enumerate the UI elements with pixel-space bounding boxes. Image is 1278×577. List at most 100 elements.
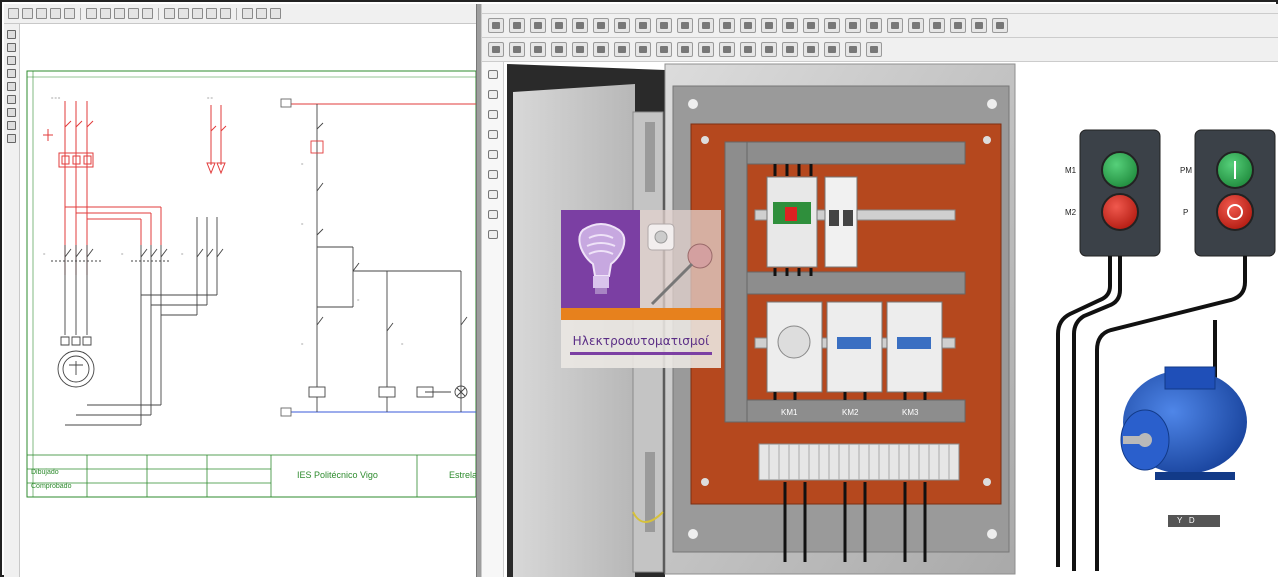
toolbar-button[interactable] [178,8,189,19]
toolbar-separator [158,7,159,20]
circle-icon[interactable] [487,130,498,139]
toolbar-button[interactable] [50,8,61,19]
component-button[interactable] [824,42,840,57]
fill-icon[interactable] [487,190,498,199]
ellipse-icon[interactable] [7,95,16,104]
component-button[interactable] [509,18,525,33]
line-icon[interactable] [487,90,498,99]
toolbar-button[interactable] [164,8,175,19]
drawing-tools-palette [4,24,20,577]
component-button[interactable] [929,18,945,33]
toolbar-button[interactable] [64,8,75,19]
component-button[interactable] [488,42,504,57]
component-button[interactable] [572,42,588,57]
ellipse-icon[interactable] [487,170,498,179]
component-button[interactable] [761,42,777,57]
contactor-label: KM1 [781,408,798,417]
toolbar-button[interactable] [8,8,19,19]
component-button[interactable] [698,18,714,33]
component-button[interactable] [572,18,588,33]
component-button[interactable] [824,18,840,33]
component-button[interactable] [551,18,567,33]
polygon-icon[interactable] [7,82,16,91]
toolbar-button[interactable] [206,8,217,19]
component-button[interactable] [866,18,882,33]
component-button[interactable] [992,18,1008,33]
toolbar-button[interactable] [36,8,47,19]
pen-icon[interactable] [487,210,498,219]
toolbar-button[interactable] [270,8,281,19]
component-toolbar-top [482,14,1278,38]
toolbar-button[interactable] [100,8,111,19]
svg-text:=: = [357,297,360,302]
fill-icon[interactable] [7,108,16,117]
toolbar-button[interactable] [220,8,231,19]
component-button[interactable] [551,42,567,57]
component-button[interactable] [761,18,777,33]
toolbar-button[interactable] [242,8,253,19]
stop-button-label: P [1183,208,1189,217]
schematic-canvas[interactable]: = = = = = = = = = = = = = Dibujado Compr… [21,25,477,577]
component-button[interactable] [656,42,672,57]
circuit-breaker [824,176,858,268]
component-button[interactable] [971,18,987,33]
component-button[interactable] [635,18,651,33]
component-button[interactable] [950,18,966,33]
component-button[interactable] [530,42,546,57]
simulator-tools-palette [482,62,504,577]
component-button[interactable] [782,18,798,33]
schematic-toolbar [4,4,476,24]
pointer-icon[interactable] [7,30,16,39]
component-button[interactable] [530,18,546,33]
component-button[interactable] [782,42,798,57]
toolbar-button[interactable] [86,8,97,19]
toolbar-button[interactable] [128,8,139,19]
component-button[interactable] [908,18,924,33]
polygon-icon[interactable] [487,150,498,159]
simulator-menubar [482,4,1278,14]
component-button[interactable] [803,42,819,57]
component-button[interactable] [698,42,714,57]
component-button[interactable] [719,42,735,57]
component-button[interactable] [740,42,756,57]
component-button[interactable] [845,18,861,33]
component-button[interactable] [656,18,672,33]
component-button[interactable] [614,18,630,33]
component-button[interactable] [593,42,609,57]
pointer-icon[interactable] [487,70,498,79]
component-button[interactable] [614,42,630,57]
svg-text:=: = [301,341,304,346]
rectangle-icon[interactable] [487,110,498,119]
text-icon[interactable] [487,230,498,239]
rectangle-icon[interactable] [7,56,16,65]
toolbar-button[interactable] [114,8,125,19]
contactor-km1 [766,301,823,393]
component-button[interactable] [635,42,651,57]
component-button[interactable] [677,18,693,33]
component-button[interactable] [740,18,756,33]
component-button[interactable] [719,18,735,33]
component-toolbar-bottom [482,38,1278,62]
text-icon[interactable] [7,134,16,143]
toolbar-button[interactable] [142,8,153,19]
svg-text:=: = [301,161,304,166]
contactor-label: KM3 [902,408,919,417]
pen-icon[interactable] [7,121,16,130]
toolbar-button[interactable] [22,8,33,19]
schematic-editor-window: = = = = = = = = = = = = = Dibujado Compr… [4,4,477,577]
logo-accent-bar [561,308,721,320]
component-button[interactable] [488,18,504,33]
component-button[interactable] [803,18,819,33]
circle-icon[interactable] [7,69,16,78]
component-button[interactable] [845,42,861,57]
power-plug-icon [647,223,713,306]
component-button[interactable] [866,42,882,57]
toolbar-button[interactable] [192,8,203,19]
component-button[interactable] [509,42,525,57]
toolbar-button[interactable] [256,8,267,19]
contactor-km2 [826,301,883,393]
component-button[interactable] [677,42,693,57]
component-button[interactable] [593,18,609,33]
component-button[interactable] [887,18,903,33]
line-icon[interactable] [7,43,16,52]
